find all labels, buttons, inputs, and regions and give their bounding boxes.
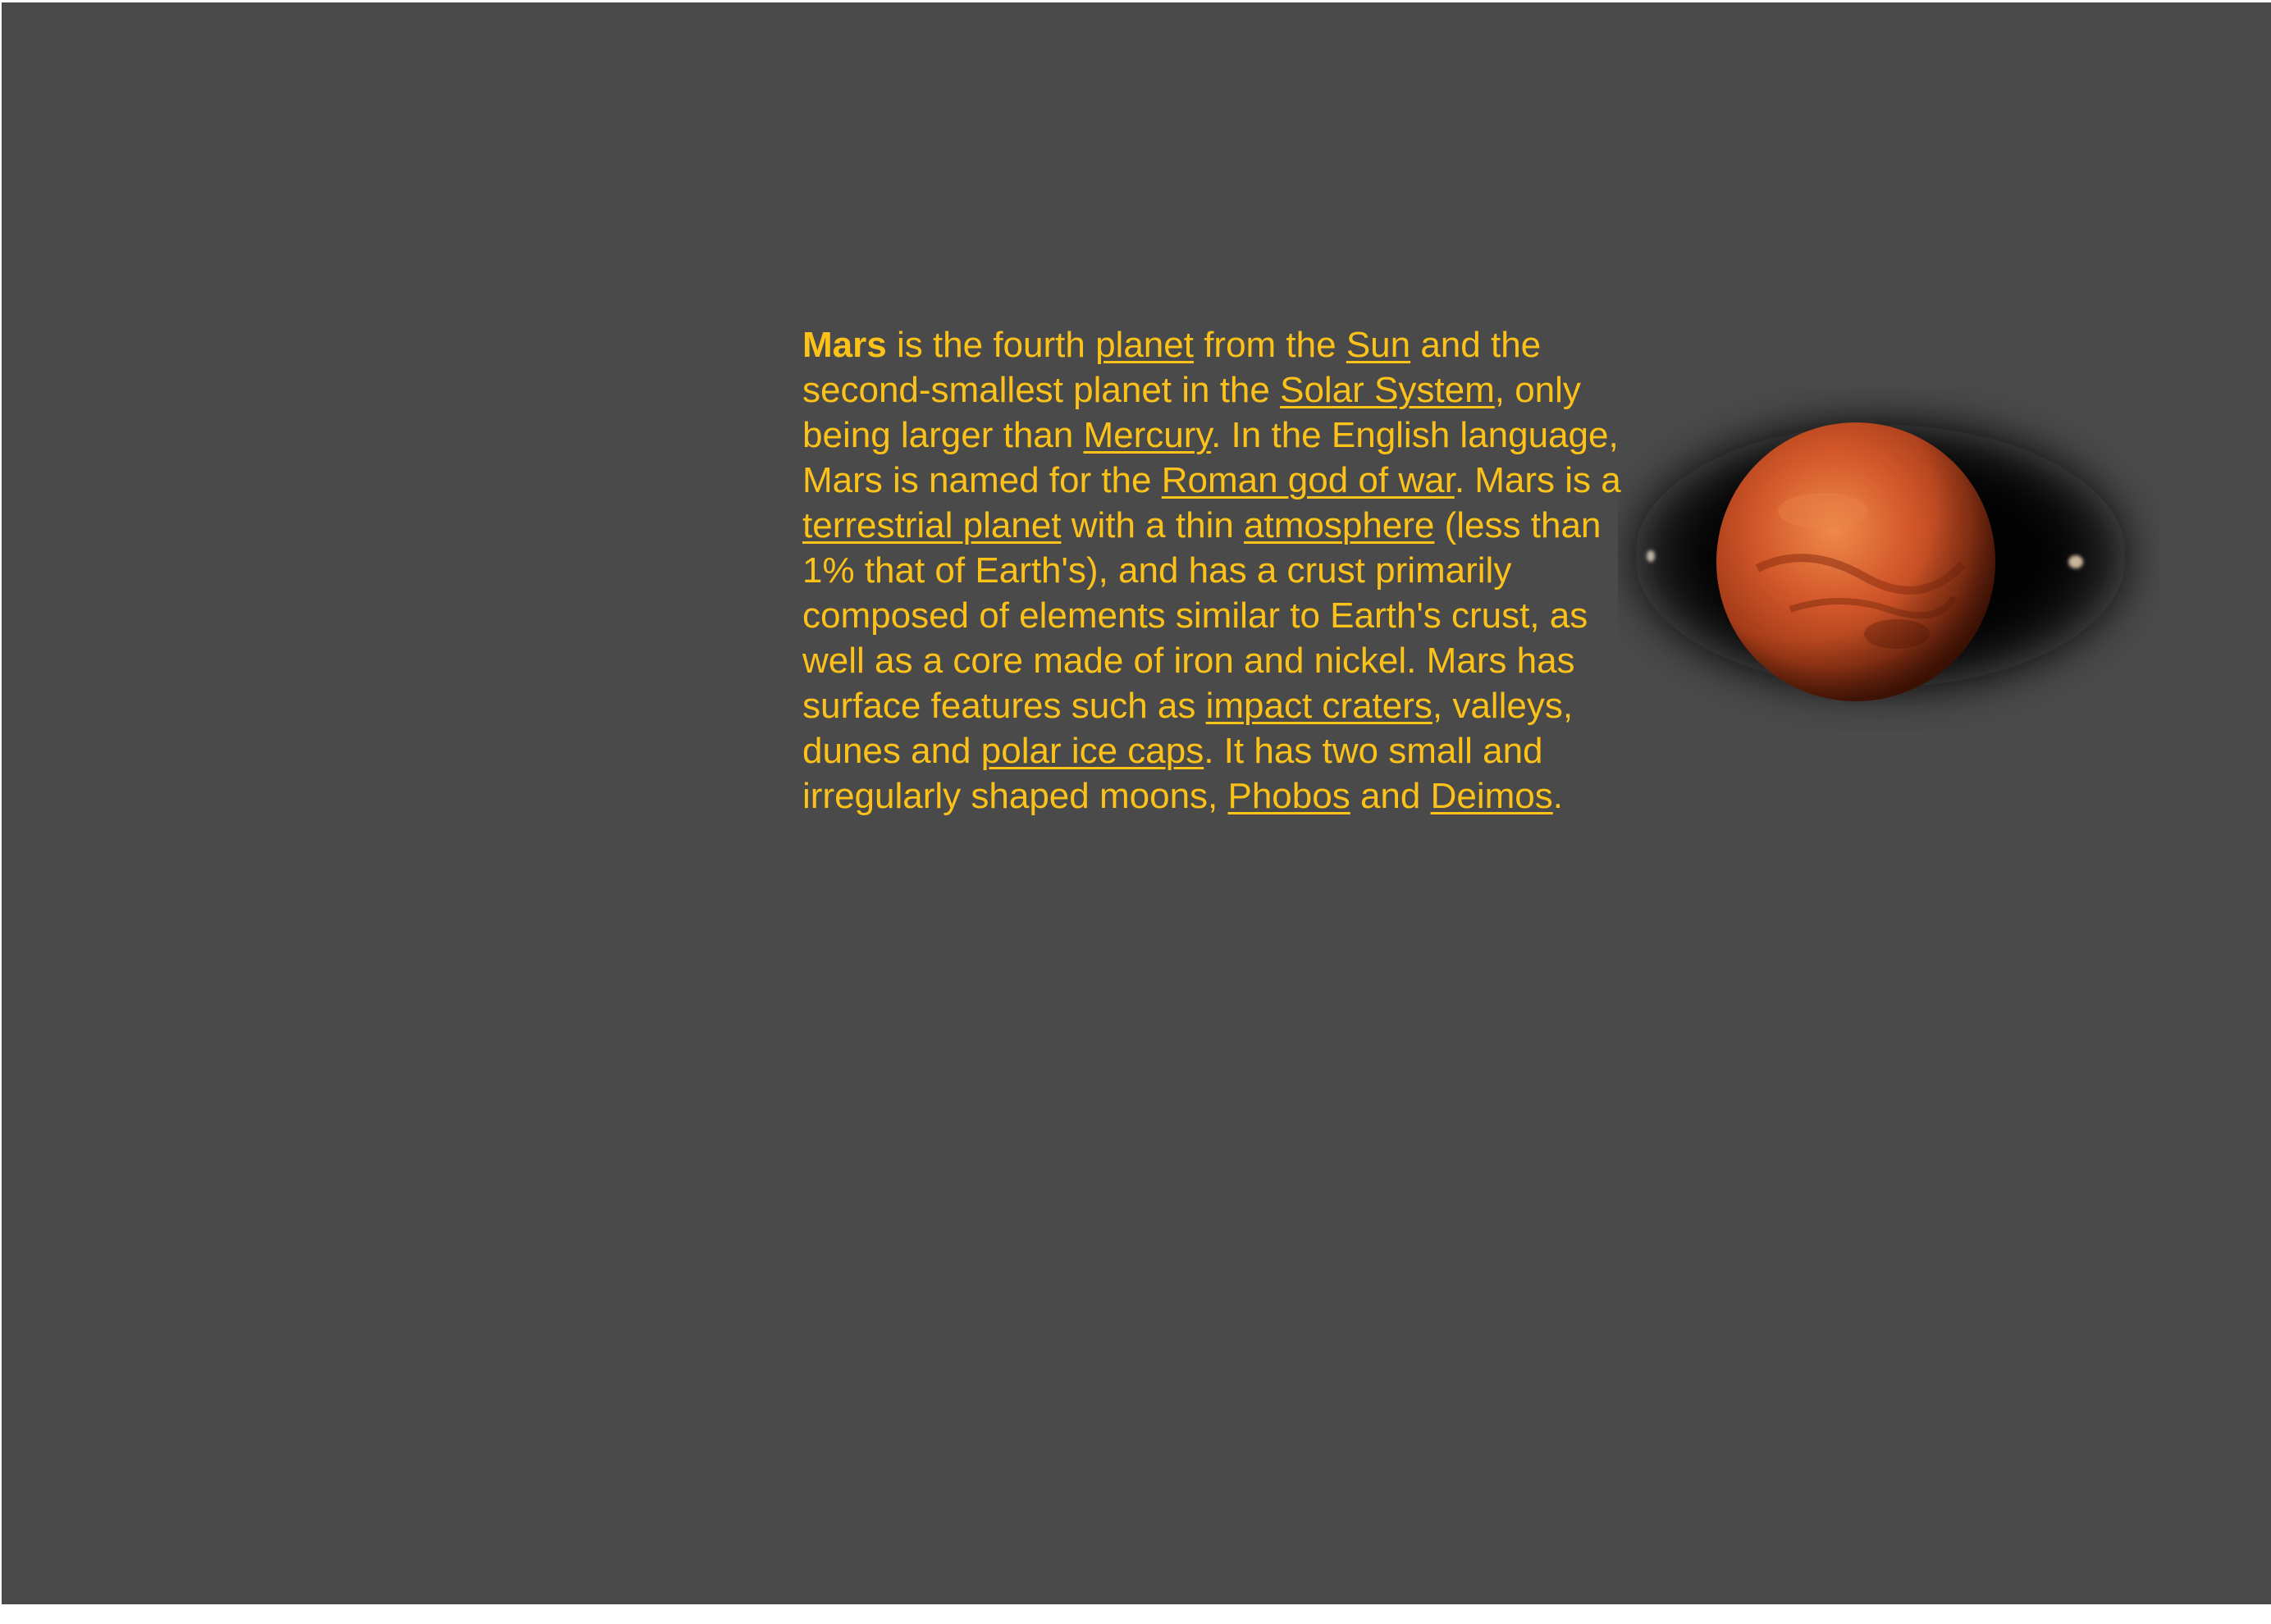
link-sun[interactable]: Sun [1346, 325, 1410, 365]
link-phobos[interactable]: Phobos [1227, 776, 1350, 816]
mars-planet-image [1634, 422, 2127, 701]
subject-bold: Mars [802, 325, 887, 365]
link-mercury[interactable]: Mercury [1083, 415, 1211, 455]
deimos-moon-icon [2068, 555, 2083, 568]
link-terrestrial-planet[interactable]: terrestrial planet [802, 505, 1061, 545]
phobos-moon-icon [1647, 550, 1655, 562]
text-segment: with a thin [1061, 505, 1245, 545]
page-background: Mars is the fourth planet from the Sun a… [2, 2, 2271, 1604]
text-segment: . [1552, 776, 1563, 816]
link-atmosphere[interactable]: atmosphere [1244, 505, 1434, 545]
text-segment: from the [1193, 325, 1346, 365]
link-impact-craters[interactable]: impact craters [1206, 686, 1433, 726]
text-segment: . Mars is a [1454, 460, 1621, 500]
link-polar-ice-caps[interactable]: polar ice caps [981, 731, 1204, 771]
text-segment: and [1350, 776, 1431, 816]
mars-planet-icon [1716, 422, 1995, 701]
link-roman-god-of-war[interactable]: Roman god of war [1162, 460, 1455, 500]
mars-description-paragraph: Mars is the fourth planet from the Sun a… [802, 322, 1623, 819]
link-planet[interactable]: planet [1095, 325, 1194, 365]
text-segment: is the fourth [886, 325, 1096, 365]
link-deimos[interactable]: Deimos [1431, 776, 1553, 816]
link-solar-system[interactable]: Solar System [1280, 370, 1495, 410]
